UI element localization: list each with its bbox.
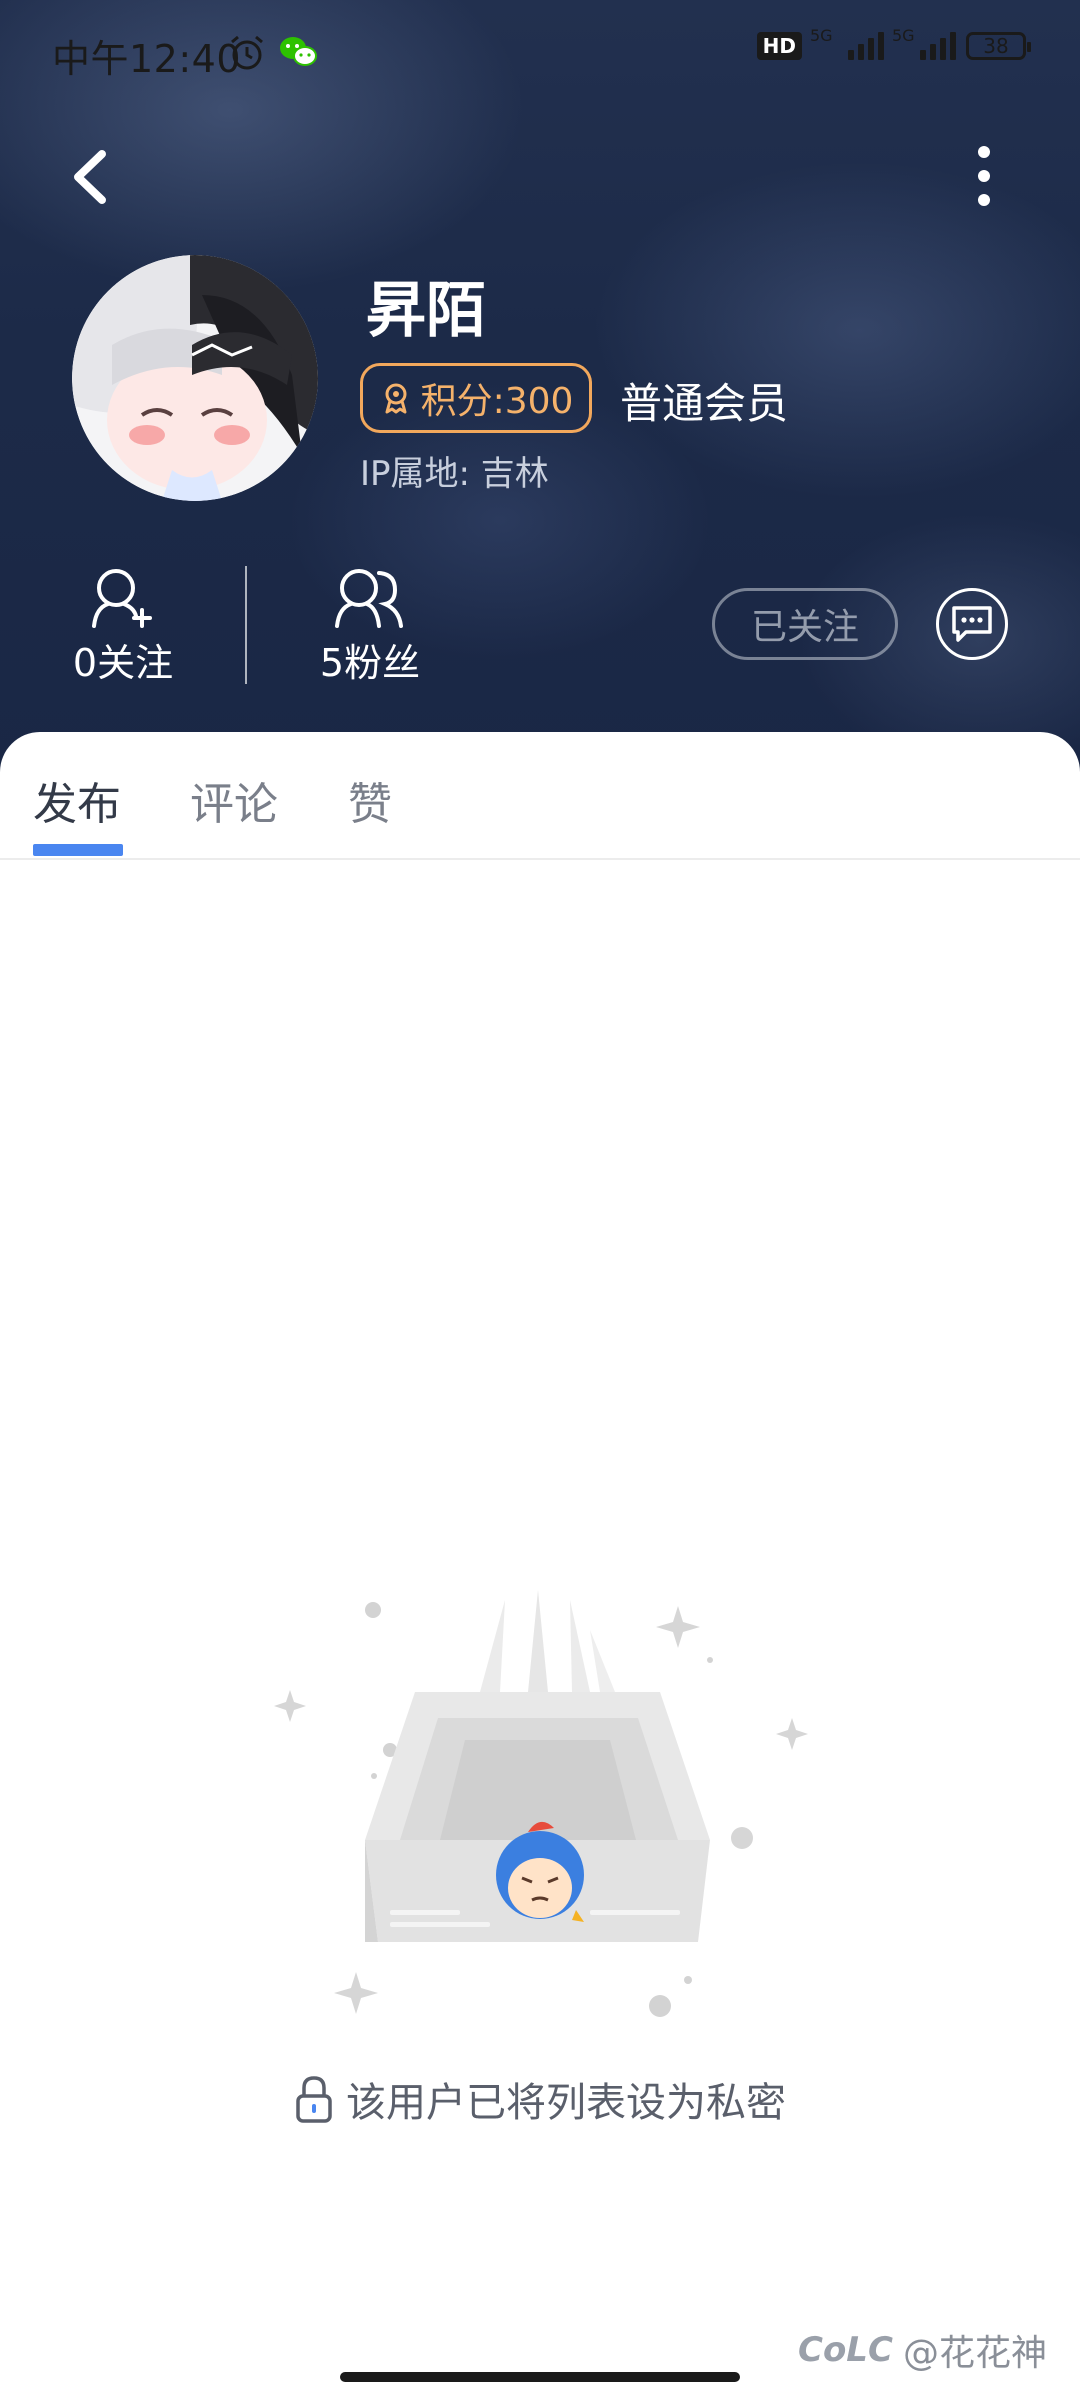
lock-icon (296, 2076, 332, 2123)
follow-user-icon (92, 569, 152, 628)
username: 昇陌 (366, 276, 486, 346)
private-list-message: 该用户已将列表设为私密 (0, 2070, 1080, 2128)
hd-badge: HD (756, 32, 802, 60)
following-count: 0关注 (72, 641, 174, 685)
status-time: 中午12:40 (52, 37, 242, 81)
active-tab-indicator (33, 844, 123, 856)
tab-comments[interactable]: 评论 (190, 768, 278, 832)
more-options-icon[interactable] (960, 142, 1008, 210)
watermark-text: @花花神 (902, 2333, 1047, 2374)
medal-icon (385, 383, 407, 414)
wechat-icon (280, 37, 317, 66)
message-button[interactable] (936, 588, 1008, 660)
tab-likes[interactable]: 赞 (348, 768, 392, 832)
private-list-text: 该用户已将列表设为私密 (346, 2080, 786, 2126)
followers-count: 5粉丝 (319, 641, 421, 685)
back-button[interactable] (62, 142, 122, 212)
ip-location: IP属地: 吉林 (360, 454, 549, 494)
following-stat[interactable]: 0关注 (58, 566, 188, 687)
watermark-logo: CoLC (798, 2330, 893, 2370)
points-label: 积分:300 (420, 381, 574, 422)
points-badge[interactable]: 积分:300 (360, 363, 592, 433)
fans-icon (335, 569, 403, 628)
signal-icon: 5G (892, 26, 956, 60)
home-indicator[interactable] (340, 2372, 740, 2382)
watermark: CoLC @花花神 (798, 2324, 1047, 2376)
tab-bar: 发布 评论 赞 (0, 732, 1080, 860)
signal-icon: 5G (810, 26, 884, 60)
chat-icon (952, 606, 992, 642)
stat-divider (245, 566, 247, 684)
tab-posts[interactable]: 发布 (33, 768, 121, 832)
battery-icon: 38 (966, 32, 1031, 60)
followers-stat[interactable]: 5粉丝 (305, 566, 435, 687)
status-indicators: HD 5G 5G 38 (756, 26, 1031, 60)
empty-box-illustration (274, 1590, 808, 2017)
followed-button[interactable]: 已关注 (712, 588, 898, 660)
content-panel: 发布 评论 赞 (0, 732, 1080, 2400)
alarm-icon (231, 35, 263, 70)
avatar[interactable] (72, 255, 318, 501)
member-level: 普通会员 (620, 379, 789, 428)
